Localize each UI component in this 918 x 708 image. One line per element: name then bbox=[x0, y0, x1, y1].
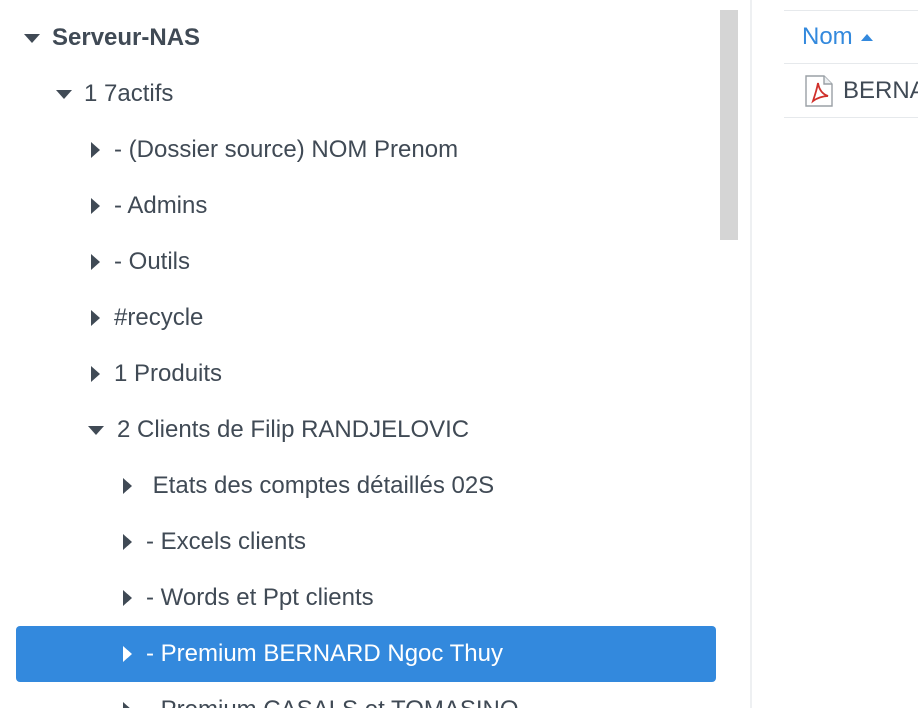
tree-node-label: - Outils bbox=[114, 248, 191, 275]
tree-node-premium-bernard[interactable]: - Premium BERNARD Ngoc Thuy bbox=[16, 626, 716, 682]
file-list-pane: Nom BERNARD bbox=[752, 0, 918, 708]
file-name: BERNARD bbox=[843, 76, 918, 104]
tree-node-label: - Excels clients bbox=[146, 528, 307, 555]
tree-node-produits[interactable]: 1 Produits bbox=[16, 346, 716, 402]
tree-node-label: - (Dossier source) NOM Prenom bbox=[114, 136, 459, 163]
collapsed-arrow-icon[interactable] bbox=[91, 310, 100, 326]
tree-node-label: - Admins bbox=[114, 192, 208, 219]
tree-scrollbar[interactable] bbox=[720, 10, 738, 708]
tree-node-admins[interactable]: - Admins bbox=[16, 178, 716, 234]
scrollbar-thumb[interactable] bbox=[720, 10, 738, 240]
expanded-arrow-icon[interactable] bbox=[88, 425, 104, 435]
folder-tree: Serveur-NAS 1 7actifs - (Dossier source)… bbox=[0, 0, 740, 708]
tree-node-label: - Premium CASALS et TOMASINO bbox=[146, 696, 519, 708]
tree-node-label: - Words et Ppt clients bbox=[146, 584, 374, 611]
tree-node-label: Etats des comptes détaillés 02S bbox=[146, 472, 495, 499]
collapsed-arrow-icon[interactable] bbox=[123, 534, 132, 550]
column-header-nom[interactable]: Nom bbox=[802, 23, 853, 51]
collapsed-arrow-icon[interactable] bbox=[123, 478, 132, 494]
tree-node-serveur-nas[interactable]: Serveur-NAS bbox=[16, 10, 716, 66]
pdf-file-icon bbox=[805, 74, 833, 107]
tree-node-label: #recycle bbox=[114, 304, 204, 331]
collapsed-arrow-icon[interactable] bbox=[91, 198, 100, 214]
file-row[interactable]: BERNARD bbox=[784, 64, 918, 118]
tree-node-words-ppt-clients[interactable]: - Words et Ppt clients bbox=[16, 570, 716, 626]
collapsed-arrow-icon[interactable] bbox=[91, 142, 100, 158]
expanded-arrow-icon[interactable] bbox=[56, 89, 72, 99]
tree-node-clients[interactable]: 2 Clients de Filip RANDJELOVIC bbox=[16, 402, 716, 458]
tree-node-excels-clients[interactable]: - Excels clients bbox=[16, 514, 716, 570]
file-list-header: Nom bbox=[784, 10, 918, 64]
tree-node-label: 1 Produits bbox=[114, 360, 223, 387]
tree-node-etats-des-comptes[interactable]: Etats des comptes détaillés 02S bbox=[16, 458, 716, 514]
collapsed-arrow-icon[interactable] bbox=[123, 590, 132, 606]
tree-node-7actifs[interactable]: 1 7actifs bbox=[16, 66, 716, 122]
tree-node-label: 1 7actifs bbox=[84, 80, 174, 107]
tree-node-label: Serveur-NAS bbox=[52, 24, 201, 51]
collapsed-arrow-icon[interactable] bbox=[91, 366, 100, 382]
collapsed-arrow-icon[interactable] bbox=[123, 646, 132, 662]
tree-node-label: - Premium BERNARD Ngoc Thuy bbox=[146, 640, 503, 667]
tree-node-premium-casals[interactable]: - Premium CASALS et TOMASINO bbox=[16, 682, 716, 708]
tree-node-dossier-source[interactable]: - (Dossier source) NOM Prenom bbox=[16, 122, 716, 178]
tree-node-recycle[interactable]: #recycle bbox=[16, 290, 716, 346]
expanded-arrow-icon[interactable] bbox=[24, 33, 40, 43]
collapsed-arrow-icon[interactable] bbox=[123, 702, 132, 708]
tree-node-outils[interactable]: - Outils bbox=[16, 234, 716, 290]
tree-node-label: 2 Clients de Filip RANDJELOVIC bbox=[117, 416, 470, 443]
collapsed-arrow-icon[interactable] bbox=[91, 254, 100, 270]
sort-ascending-icon bbox=[860, 33, 873, 41]
